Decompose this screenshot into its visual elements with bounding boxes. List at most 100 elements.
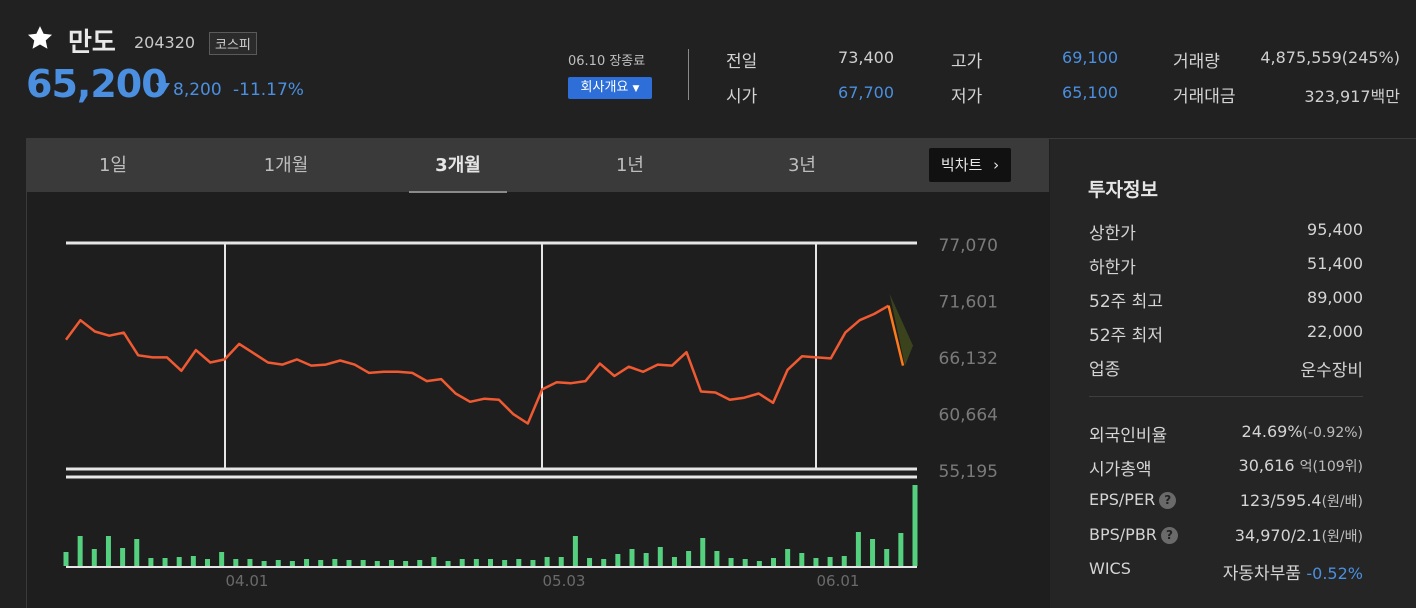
volume-bar (233, 559, 239, 566)
question-icon[interactable]: ? (1159, 492, 1177, 509)
volume-bar (63, 552, 69, 566)
x-tick-label: 05.03 (543, 572, 586, 590)
divider (1089, 396, 1363, 397)
volume-bar (742, 559, 748, 566)
eps-per-label: EPS/PER? (1089, 490, 1177, 509)
volume-bar (912, 485, 918, 566)
volume-bar (417, 560, 423, 566)
volume-bar (771, 558, 776, 566)
volume-bar (516, 559, 522, 566)
bps-pbr-label: BPS/PBR? (1089, 525, 1178, 544)
foreign-ratio: 24.69% (1241, 422, 1303, 441)
volume-bar (502, 560, 508, 566)
bps-pbr-value: 34,970/2.1(원/배) (1235, 526, 1363, 546)
volume-bar (756, 561, 762, 566)
foreign-ratio-change: (-0.92%) (1302, 425, 1363, 441)
volume-bar (587, 558, 593, 566)
volume-bar (77, 536, 83, 566)
volume-bar (615, 554, 621, 566)
volume-bar (403, 561, 409, 566)
volume-bar (884, 549, 890, 566)
volume-bar (643, 553, 649, 566)
volume-bar (855, 532, 861, 566)
volume-bar (134, 539, 140, 566)
volume-bar (445, 561, 451, 566)
y-tick-label: 66,132 (939, 349, 998, 369)
market-cap-rank: 억(109위) (1299, 459, 1363, 475)
volume-bar (530, 560, 536, 566)
wics-label: WICS (1089, 559, 1131, 578)
price-line (64, 304, 890, 425)
y-tick-label: 55,195 (939, 462, 998, 482)
eps-per: 123/595.4 (1239, 491, 1322, 510)
y-tick-label: 71,601 (939, 293, 998, 313)
volume-bar (360, 560, 366, 566)
week52-high-label: 52주 최고 (1089, 292, 1163, 312)
volume-bar (431, 557, 437, 566)
upper-limit-value: 95,400 (1307, 220, 1363, 239)
market-cap-label: 시가총액 (1089, 460, 1152, 480)
volume-bar (827, 557, 833, 566)
volume-bar (544, 557, 550, 566)
eps-per-value: 123/595.4(원/배) (1240, 491, 1363, 511)
week52-low-label: 52주 최저 (1089, 326, 1163, 346)
bps-pbr-text: BPS/PBR (1089, 525, 1157, 544)
volume-bar (105, 536, 111, 566)
volume-bar (473, 559, 479, 566)
question-icon[interactable]: ? (1160, 527, 1178, 544)
price-chart[interactable]: 77,070 71,601 66,132 60,664 55,195 04.01 05.03… (0, 0, 1050, 607)
lower-limit-label: 하한가 (1089, 258, 1136, 278)
volume-label: 거래량 (1173, 52, 1220, 72)
volume-bar (219, 552, 225, 566)
volume-bar (176, 557, 182, 566)
volume-bar (629, 549, 635, 566)
volume-bar (558, 557, 564, 566)
industry-value[interactable]: 운수장비 (1300, 356, 1363, 381)
volume-bar (870, 539, 876, 566)
y-tick-label: 77,070 (939, 236, 998, 256)
volume-bar (728, 558, 734, 566)
volume-bar (657, 547, 663, 566)
volume-bar (898, 533, 904, 566)
volume-bar (459, 559, 465, 566)
x-tick-label: 06.01 (817, 572, 860, 590)
wics-value: 자동차부품 -0.52% (1223, 559, 1363, 584)
bps-pbr: 34,970/2.1 (1234, 526, 1322, 545)
volume-bar (686, 551, 692, 566)
volume-bar (205, 559, 210, 566)
wics-sector[interactable]: 자동차부품 (1223, 564, 1301, 584)
amount-label: 거래대금 (1173, 87, 1236, 107)
week52-low-value: 22,000 (1307, 322, 1363, 341)
volume-bar (332, 559, 338, 566)
volume-bar (785, 549, 791, 566)
volume-bar (572, 536, 578, 566)
foreign-ratio-value: 24.69%(-0.92%) (1242, 422, 1363, 441)
eps-per-text: EPS/PER (1089, 490, 1156, 509)
volume-bar (289, 561, 295, 566)
industry-label: 업종 (1089, 360, 1121, 380)
volume-bar (799, 553, 805, 566)
foreign-ratio-label: 외국인비율 (1089, 426, 1168, 446)
volume-bar (304, 559, 310, 566)
investment-title: 투자정보 (1088, 179, 1158, 201)
lower-limit-value: 51,400 (1307, 254, 1363, 273)
volume-bar (488, 559, 493, 566)
volume-bar (261, 561, 267, 566)
wics-change: -0.52% (1306, 564, 1363, 583)
upper-limit-label: 상한가 (1089, 224, 1136, 244)
volume-bar (162, 558, 168, 566)
volume-bar (813, 558, 819, 566)
volume-bar (841, 556, 847, 566)
volume-bar (671, 557, 677, 566)
volume-bar (714, 551, 720, 566)
volume-bar (318, 560, 324, 566)
volume-bar (120, 548, 126, 566)
volume-bar (190, 556, 196, 566)
volume-bar (91, 549, 97, 566)
eps-per-unit: (원/배) (1321, 494, 1363, 510)
market-cap-value: 30,616 억(109위) (1239, 456, 1363, 476)
bps-pbr-unit: (원/배) (1321, 529, 1363, 545)
volume-bar (601, 559, 607, 566)
volume-bar (700, 538, 706, 566)
market-cap: 30,616 (1238, 456, 1295, 475)
